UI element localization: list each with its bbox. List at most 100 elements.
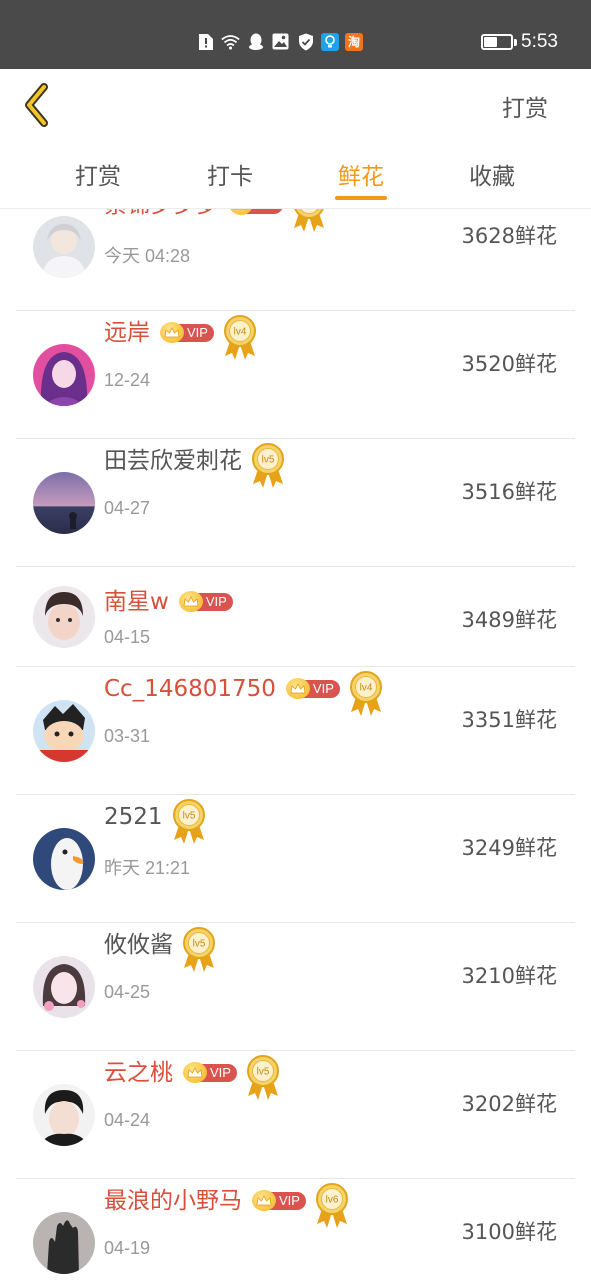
user-avatar[interactable]	[33, 828, 95, 890]
vip-badge: VIP	[178, 591, 233, 612]
ranking-row[interactable]: 远岸 VIP lv4 12-24 3520鲜花	[0, 311, 591, 439]
notification-icons: 淘	[196, 32, 363, 51]
bulb-app-icon	[321, 32, 339, 51]
user-avatar[interactable]	[33, 1212, 95, 1274]
reward-date: 今天 04:28	[104, 246, 191, 266]
tab-reward[interactable]: 打赏	[58, 157, 138, 191]
clock: 5:53	[521, 31, 558, 52]
ranking-row[interactable]: 最浪的小野马 VIP lv6 04-19 3100鲜花	[0, 1179, 591, 1280]
ranking-row[interactable]: 南星w VIP 04-15 3489鲜花	[0, 567, 591, 667]
level-medal-icon: lv5	[181, 926, 217, 974]
user-avatar[interactable]	[33, 344, 95, 406]
svg-text:lv6: lv6	[326, 1195, 339, 1206]
flower-amount: 3520鲜花	[461, 352, 557, 376]
crown-icon	[285, 678, 310, 699]
battery-icon	[481, 34, 518, 50]
ranking-row[interactable]: 絮锦岁岁梦 VIP lv6 今天 04:28 3628鲜花	[0, 209, 591, 311]
level-medal-icon: lv4	[222, 314, 258, 362]
status-right: 5:53	[481, 31, 558, 53]
user-name[interactable]: 远岸	[104, 318, 150, 348]
svg-text:lv5: lv5	[262, 455, 275, 466]
vip-badge: VIP	[229, 209, 283, 215]
tab-flowers[interactable]: 鲜花	[321, 157, 401, 191]
app-header: 打赏	[0, 69, 591, 141]
user-avatar[interactable]	[33, 700, 95, 762]
crown-icon	[183, 1062, 207, 1083]
tab-favorites[interactable]: 收藏	[452, 157, 532, 191]
level-medal-icon: lv5	[171, 798, 207, 846]
ranking-row[interactable]: 2521 lv5 昨天 21:21 3249鲜花	[0, 795, 591, 923]
user-name[interactable]: Cc_146801750	[104, 674, 276, 704]
qq-icon	[246, 32, 265, 51]
user-avatar[interactable]	[33, 956, 95, 1018]
tab-checkin[interactable]: 打卡	[190, 157, 270, 191]
status-bar: 淘 5:53	[0, 0, 591, 69]
svg-text:lv5: lv5	[257, 1067, 270, 1078]
user-name[interactable]: 云之桃	[104, 1058, 173, 1088]
gallery-icon	[271, 32, 290, 51]
name-line: 最浪的小野马 VIP lv6	[104, 1183, 350, 1230]
svg-text:lv6: lv6	[303, 209, 316, 210]
vip-badge: VIP	[285, 678, 340, 699]
active-tab-indicator	[335, 196, 387, 200]
user-avatar[interactable]	[33, 1084, 95, 1146]
ranking-row[interactable]: Cc_146801750 VIP lv4 03-31 3351鲜花	[0, 667, 591, 795]
reward-date: 12-24	[104, 370, 151, 390]
svg-text:lv4: lv4	[234, 327, 247, 338]
name-line: Cc_146801750 VIP lv4	[104, 671, 384, 718]
svg-text:lv4: lv4	[359, 683, 372, 694]
taobao-icon: 淘	[345, 32, 363, 51]
flower-amount: 3351鲜花	[461, 708, 557, 732]
user-avatar[interactable]	[33, 216, 95, 278]
name-line: 远岸 VIP lv4	[104, 315, 258, 362]
reward-date: 03-31	[104, 726, 151, 746]
level-medal-icon: lv4	[348, 670, 384, 718]
flower-amount: 3628鲜花	[461, 224, 557, 248]
sim-alert-icon	[196, 32, 215, 51]
name-line: 南星w VIP	[104, 587, 233, 617]
level-medal-icon: lv5	[250, 442, 286, 490]
ranking-row[interactable]: 攸攸酱 lv5 04-25 3210鲜花	[0, 923, 591, 1051]
flower-amount: 3210鲜花	[461, 964, 557, 988]
flower-ranking-list: 絮锦岁岁梦 VIP lv6 今天 04:28 3628鲜花远岸 VIP lv4 12-24 35…	[0, 209, 591, 1280]
name-line: 云之桃 VIP lv5	[104, 1055, 281, 1102]
user-avatar[interactable]	[33, 472, 95, 534]
vip-badge: VIP	[183, 1062, 237, 1083]
user-name[interactable]: 最浪的小野马	[104, 1186, 242, 1216]
battery-level	[484, 37, 497, 47]
svg-text:lv5: lv5	[182, 811, 195, 822]
back-button[interactable]	[20, 82, 60, 128]
name-line: 2521 lv5	[104, 799, 207, 846]
crown-icon	[229, 209, 253, 215]
tab-bar: 打赏 打卡 鲜花 收藏	[0, 141, 591, 209]
ranking-row[interactable]: 田芸欣爱刺花 lv5 04-27 3516鲜花	[0, 439, 591, 567]
vip-badge: VIP	[160, 322, 214, 343]
user-name[interactable]: 2521	[104, 802, 163, 832]
wifi-icon	[221, 32, 240, 51]
user-name[interactable]: 絮锦岁岁梦	[104, 209, 219, 220]
flower-amount: 3202鲜花	[461, 1092, 557, 1116]
user-avatar[interactable]	[33, 586, 95, 648]
user-name[interactable]: 攸攸酱	[104, 930, 173, 960]
vip-badge: VIP	[252, 1190, 306, 1211]
ranking-row[interactable]: 云之桃 VIP lv5 04-24 3202鲜花	[0, 1051, 591, 1179]
user-name[interactable]: 田芸欣爱刺花	[104, 446, 242, 476]
shield-icon	[296, 32, 315, 51]
flower-amount: 3249鲜花	[461, 836, 557, 860]
crown-icon	[160, 322, 184, 343]
svg-text:lv5: lv5	[193, 939, 206, 950]
reward-date: 04-24	[104, 1110, 151, 1130]
name-line: 田芸欣爱刺花 lv5	[104, 443, 286, 490]
name-line: 攸攸酱 lv5	[104, 927, 217, 974]
flower-amount: 3489鲜花	[461, 608, 557, 632]
user-name[interactable]: 南星w	[104, 587, 169, 617]
crown-icon	[252, 1190, 276, 1211]
reward-date: 04-19	[104, 1238, 151, 1258]
crown-icon	[178, 591, 203, 612]
level-medal-icon: lv5	[245, 1054, 281, 1102]
reward-date: 04-25	[104, 982, 151, 1002]
level-medal-icon: lv6	[314, 1182, 350, 1230]
reward-button[interactable]: 打赏	[502, 89, 548, 123]
reward-date: 04-15	[104, 627, 151, 647]
flower-amount: 3516鲜花	[461, 480, 557, 504]
